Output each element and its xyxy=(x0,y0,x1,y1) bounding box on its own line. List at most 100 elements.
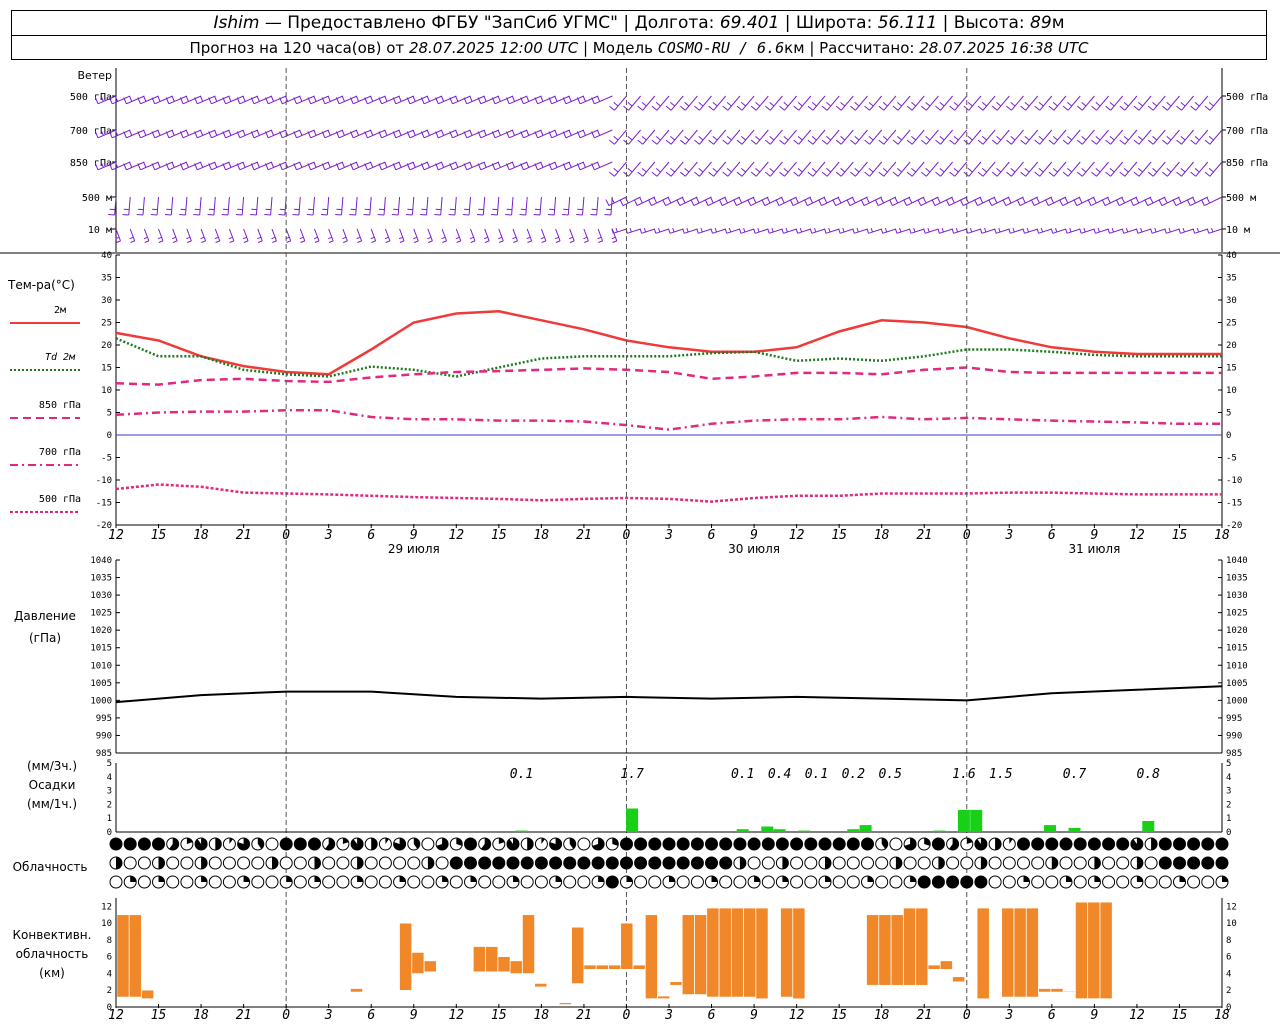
cloud-cover-fill xyxy=(1136,876,1143,882)
wind-barb xyxy=(977,95,996,111)
cloud-cover-circle xyxy=(293,856,307,870)
wind-barb xyxy=(1204,129,1223,145)
precip-tick-label-right: 2 xyxy=(1226,800,1231,810)
precip-bar xyxy=(736,829,749,832)
wind-barb xyxy=(349,196,358,216)
wind-barb xyxy=(1048,129,1067,145)
wind-barb xyxy=(1206,227,1223,234)
cloud-cover-circle xyxy=(676,875,690,889)
cloud-cover-circle xyxy=(322,875,336,889)
wind-barb xyxy=(1065,227,1081,234)
cloud-cover-fill xyxy=(399,876,406,882)
conv-cloud-bar xyxy=(559,1002,572,1005)
wind-barb xyxy=(519,196,528,216)
precip-tick-label: 1 xyxy=(107,814,112,824)
conv-cloud-bar xyxy=(952,976,965,983)
cloud-cover-fill xyxy=(995,838,1002,850)
cloud-cover-circle xyxy=(322,856,336,870)
hour-label-bottom: 6 xyxy=(1048,1008,1056,1023)
cloud-cover-circle xyxy=(180,875,194,889)
cloud-cover-fill xyxy=(308,838,321,850)
cloud-cover-fill xyxy=(825,876,831,882)
pressure-tick-label-right: 985 xyxy=(1226,749,1242,759)
wind-barb xyxy=(299,228,306,243)
wind-barb xyxy=(793,129,812,145)
cloud-cover-fill xyxy=(932,838,945,850)
conv-cloud-bar xyxy=(718,907,732,998)
temp-tick-label: 40 xyxy=(101,251,112,261)
wind-barb xyxy=(679,161,698,177)
cloud-cover-fill xyxy=(782,857,789,869)
pressure-tick-label: 1035 xyxy=(90,574,112,584)
wind-barb xyxy=(821,95,840,111)
cloud-cover-fill xyxy=(535,857,548,869)
temp-legend-label: Td 2м xyxy=(45,352,76,363)
hour-label-bottom: 9 xyxy=(1090,1008,1098,1023)
cloud-cover-fill xyxy=(1017,838,1030,850)
wind-barb xyxy=(793,95,812,111)
wind-barb xyxy=(235,196,245,216)
cloud-cover-fill xyxy=(634,857,647,869)
cloud-cover-circle xyxy=(421,837,435,851)
cloud-cover-fill xyxy=(1216,857,1228,869)
pressure-tick-label: 1020 xyxy=(90,626,112,636)
precip-3h-total: 0.5 xyxy=(878,767,902,782)
cloud-cover-fill xyxy=(1151,838,1158,850)
cloud-panel-title: Облачность xyxy=(13,860,88,874)
wind-barb xyxy=(540,228,547,243)
cloud-cover-fill xyxy=(847,838,860,850)
wind-barb xyxy=(935,95,953,111)
wind-barb xyxy=(866,227,882,234)
wind-barb xyxy=(221,196,230,216)
precip-bar xyxy=(1142,821,1155,832)
wind-barb xyxy=(384,228,391,243)
wind-barb xyxy=(1176,95,1194,111)
temp-tick-label: -15 xyxy=(96,499,112,509)
cloud-cover-circle xyxy=(790,875,804,889)
hour-label-bottom: 21 xyxy=(236,1008,252,1023)
cloud-cover-fill xyxy=(1159,838,1172,850)
wind-barb xyxy=(1076,129,1095,145)
precip-bar xyxy=(847,829,860,832)
conv-cloud-bar xyxy=(669,981,683,986)
wind-barb xyxy=(878,95,897,111)
wind-barb xyxy=(1190,161,1209,177)
cloud-cover-fill xyxy=(620,838,633,850)
wind-barb xyxy=(1091,95,1109,111)
conv-cloud-bar xyxy=(915,907,929,986)
wind-barb xyxy=(838,227,854,234)
cloud-cover-circle xyxy=(137,856,151,870)
wind-barb xyxy=(1034,95,1053,111)
wind-barb xyxy=(949,161,968,177)
temp-legend-label: 2м xyxy=(54,305,66,316)
cloud-cover-fill xyxy=(833,838,846,850)
hour-label-top: 6 xyxy=(367,528,375,543)
temp-series-line xyxy=(115,366,1222,386)
cloud-cover-circle xyxy=(1116,875,1130,889)
meteogram: Ветер 500 гПа 500 гПа 700 гПа 700 гПа 850 гПа… xyxy=(0,68,1280,1023)
wind-barb xyxy=(639,227,655,234)
cloud-cover-circle xyxy=(336,875,350,889)
precip-bar xyxy=(859,825,872,832)
wind-barb xyxy=(484,228,490,243)
temp-series-line xyxy=(115,483,1222,503)
wind-barb xyxy=(1034,161,1053,177)
conv-cloud-bar xyxy=(1075,901,1088,999)
conv-cloud-bar xyxy=(927,964,941,970)
cloud-cover-circle xyxy=(1002,856,1016,870)
wind-barb xyxy=(1133,95,1152,111)
wind-barb xyxy=(637,129,656,145)
cloud-cover-circle xyxy=(393,856,407,870)
cloud-cover-circle xyxy=(1201,875,1215,889)
conv-cloud-bar xyxy=(706,907,720,998)
cloud-cover-circle xyxy=(265,837,279,851)
temp-tick-label-right: -15 xyxy=(1226,499,1242,509)
precip-bar xyxy=(1068,827,1081,832)
wind-barb xyxy=(491,196,500,216)
precip-tick-label-right: 4 xyxy=(1226,773,1231,783)
precip-3h-total: 0.8 xyxy=(1137,767,1161,782)
cloud-cover-circle xyxy=(407,875,421,889)
hour-label-top: 21 xyxy=(236,528,252,543)
temp-tick-label: -10 xyxy=(96,476,112,486)
wind-barb xyxy=(1176,161,1194,177)
